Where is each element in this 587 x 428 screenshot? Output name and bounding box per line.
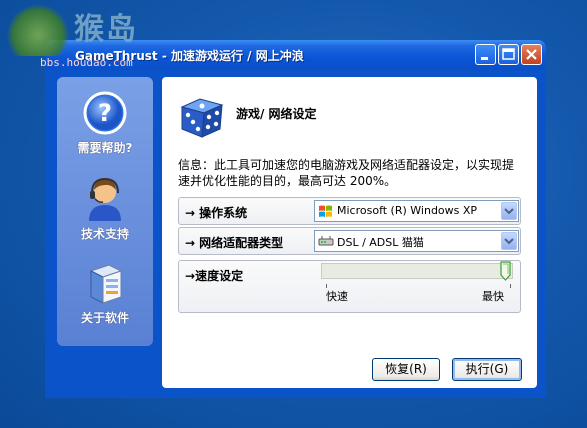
os-row: → 操作系统 Microsoft (R) Windows XP [178,197,521,225]
adapter-row: → 网络适配器类型 DSL / ADSL 猫猫 [178,227,521,255]
dropdown-button[interactable] [501,232,517,250]
chevron-down-icon [504,238,514,245]
os-label: → 操作系统 [185,206,248,220]
sidebar-item-about[interactable]: 关于软件 [57,259,153,326]
watermark-url: bbs.houdao.com [40,56,133,69]
speed-min-label: 快速 [326,290,348,303]
adapter-label: → 网络适配器类型 [185,236,284,250]
watermark-site: 猴岛 [74,12,138,47]
sidebar: ? 需要帮助? 技术支持 关于软件 [57,77,153,346]
os-select[interactable]: Microsoft (R) Windows XP [314,200,519,222]
os-select-value: Microsoft (R) Windows XP [337,204,478,217]
sidebar-item-help[interactable]: ? 需要帮助? [57,91,153,156]
dropdown-button[interactable] [501,202,517,220]
minimize-button[interactable] [475,44,496,65]
modem-icon [318,236,334,246]
chevron-down-icon [504,208,514,215]
sidebar-item-label: 关于软件 [80,311,129,325]
sidebar-item-support[interactable]: 技术支持 [57,175,153,242]
maximize-button[interactable] [498,44,519,65]
palm-tree-logo [6,4,70,56]
about-software-icon [89,264,123,304]
app-window: GameThrust - 加速游戏运行 / 网上冲浪 ? 需要帮助? 技术支持 … [45,40,546,398]
close-button[interactable] [521,44,542,65]
minimize-icon [481,57,488,60]
svg-text:?: ? [98,99,112,127]
speed-max-label: 最快 [482,290,504,303]
adapter-select[interactable]: DSL / ADSL 猫猫 [314,230,519,252]
windows-logo-icon [319,205,332,217]
speed-slider-thumb[interactable] [500,261,511,281]
slider-tick [510,284,511,288]
maximize-icon [502,48,515,60]
main-panel: 游戏/ 网络设定 信息：此工具可加速您的电脑游戏及网络适配器设定，以实现提速并优… [162,77,537,388]
dice-icon [180,98,224,138]
page-title: 游戏/ 网络设定 [236,107,317,121]
adapter-select-value: DSL / ADSL 猫猫 [337,236,424,249]
info-text: 信息：此工具可加速您的电脑游戏及网络适配器设定，以实现提速并优化性能的目的，最高… [178,158,515,188]
speed-slider-track[interactable] [321,263,513,279]
sidebar-item-label: 需要帮助? [77,141,133,155]
help-question-icon: ? [83,91,127,135]
speed-row: →速度设定 快速 最快 [178,260,521,313]
speed-label: →速度设定 [185,269,244,283]
sidebar-item-label: 技术支持 [80,227,129,241]
restore-button[interactable]: 恢复(R) [372,358,440,381]
window-client: ? 需要帮助? 技术支持 关于软件 游戏/ 网络设定 信息：此工具可加速您的电脑… [49,70,542,394]
watermark: 猴岛 bbs.houdao.com [0,0,155,72]
run-button[interactable]: 执行(G) [452,358,522,381]
support-agent-icon [89,177,121,221]
close-icon [526,49,537,60]
